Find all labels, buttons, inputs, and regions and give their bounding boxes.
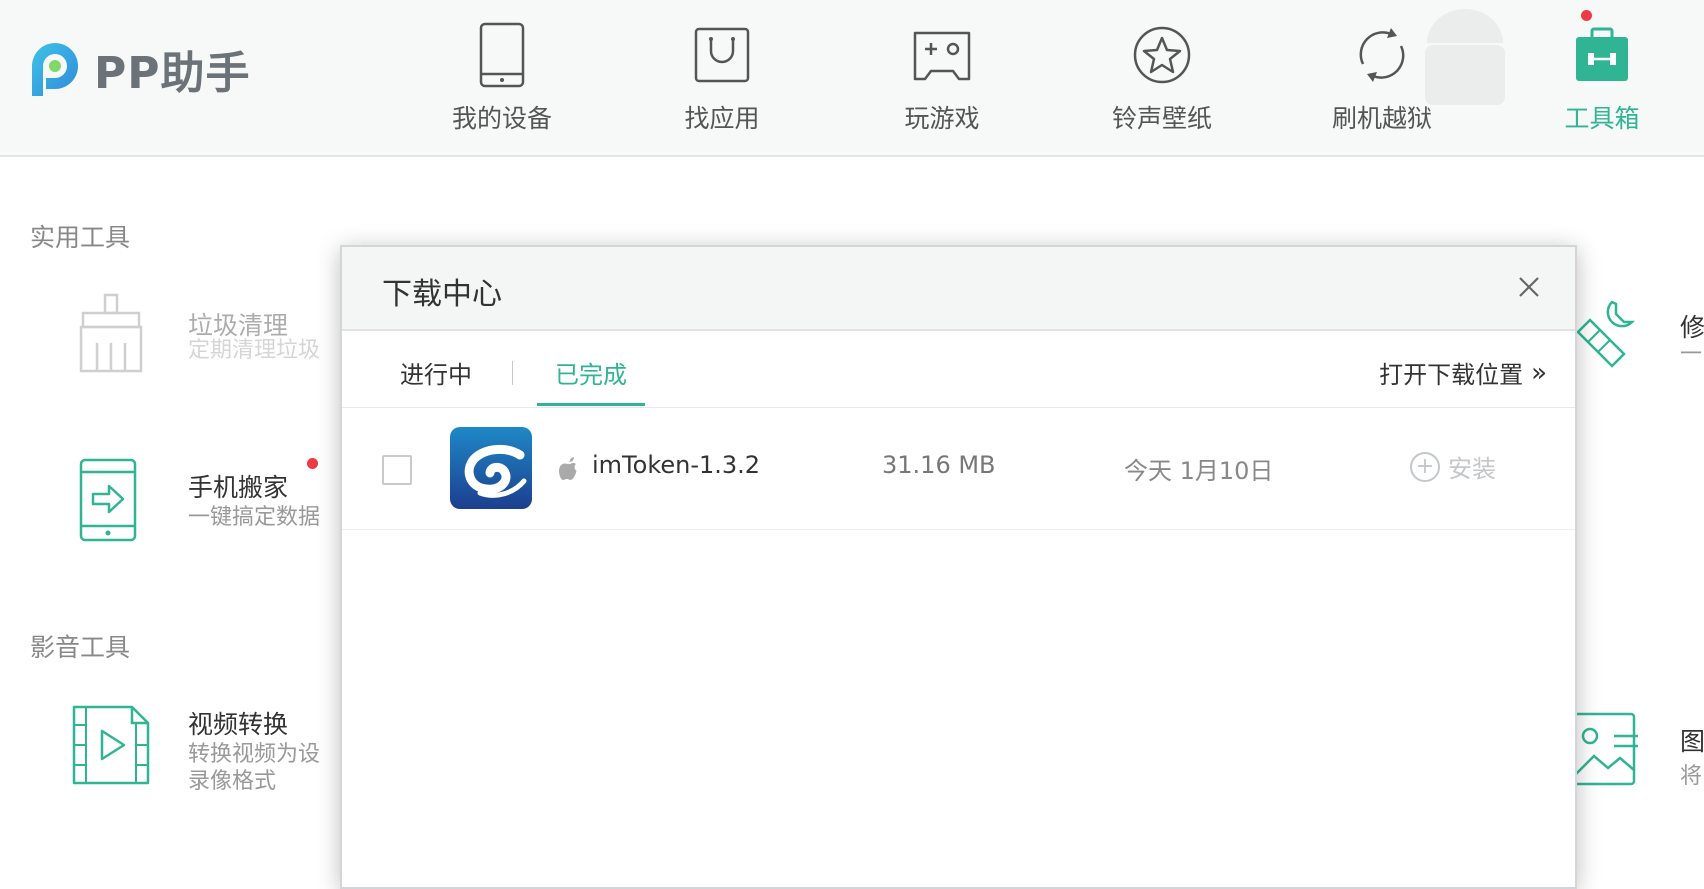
nav-flash-jailbreak[interactable]: 刷机越狱 (1292, 20, 1472, 135)
tool-desc: 转换视频为设 (188, 742, 321, 767)
tool-desc-line2: 录像格式 (188, 769, 277, 794)
tool-title: 视频转换 (188, 710, 289, 739)
item-checkbox[interactable] (382, 455, 412, 485)
nav-my-device[interactable]: 我的设备 (412, 20, 592, 135)
active-tab-indicator (537, 403, 645, 406)
tool-desc: 定期清理垃圾 (188, 338, 321, 363)
nav-ringtones-wallpapers[interactable]: 铃声壁纸 (1072, 20, 1252, 135)
toolbox-notification-badge (1581, 10, 1592, 21)
shopping-bag-icon (694, 27, 750, 82)
section-title-media: 影音工具 (30, 633, 131, 662)
install-label: 安装 (1448, 455, 1496, 483)
tab-separator (512, 361, 513, 385)
tool-desc: 一键搞定数据 (188, 505, 321, 530)
dialog-header: 下载中心 (342, 247, 1575, 331)
logo-text: PP助手 (94, 48, 251, 99)
double-chevron-right-icon: » (1531, 357, 1547, 388)
plus-circle-icon: + (1410, 451, 1440, 482)
tool-junk-clean[interactable]: 垃圾清理 定期清理垃圾 (75, 293, 375, 373)
top-navigation-bar: PP助手 我的设备 找应用 玩游戏 铃声壁纸 刷机越狱 工具箱 (0, 0, 1704, 157)
nav-label: 我的设备 (451, 104, 552, 133)
image-convert-icon (1572, 712, 1638, 786)
right-tool-desc: 将 (1680, 764, 1703, 789)
nav-label: 找应用 (684, 104, 760, 133)
refresh-icon (1359, 27, 1405, 82)
broom-icon (79, 293, 143, 373)
open-download-location-link[interactable]: 打开下载位置 » (1379, 355, 1547, 390)
nav-label: 玩游戏 (904, 104, 980, 133)
gamepad-icon (913, 31, 971, 80)
phone-icon (479, 22, 525, 87)
tab-completed[interactable]: 已完成 (555, 355, 627, 390)
tool-video-convert[interactable]: 视频转换 转换视频为设 录像格式 (72, 705, 372, 795)
right-tool-title[interactable]: 图 (1680, 722, 1704, 758)
app-logo: PP助手 (24, 36, 251, 102)
star-icon (1133, 26, 1191, 83)
dialog-title: 下载中心 (382, 277, 502, 312)
app-name: imToken-1.3.2 (592, 451, 761, 479)
toolbox-icon (1576, 27, 1628, 81)
nav-play-games[interactable]: 玩游戏 (852, 20, 1032, 135)
section-title-utility: 实用工具 (30, 223, 131, 252)
pp-logo-icon (32, 43, 78, 96)
download-list-item: imToken-1.3.2 31.16 MB 今天 1月10日 + 安装 (342, 409, 1575, 530)
nav-find-apps[interactable]: 找应用 (632, 20, 812, 135)
nav-toolbox[interactable]: 工具箱 (1512, 20, 1692, 135)
tool-phone-move[interactable]: 手机搬家 一键搞定数据 (75, 458, 375, 548)
nav-label: 刷机越狱 (1331, 104, 1432, 133)
tool-title: 手机搬家 (188, 473, 289, 502)
tab-in-progress[interactable]: 进行中 (400, 355, 472, 390)
nav-label: 工具箱 (1564, 104, 1640, 133)
nav-label: 铃声壁纸 (1111, 104, 1212, 133)
apple-icon (559, 457, 577, 480)
phone-move-notification-badge (307, 458, 318, 469)
install-button[interactable]: + 安装 (1410, 449, 1496, 484)
download-tabs: 进行中 已完成 打开下载位置 » (342, 331, 1575, 408)
download-date: 今天 1月10日 (1124, 457, 1274, 485)
download-center-dialog: 下载中心 进行中 已完成 打开下载位置 » imToken-1.3.2 31.1… (340, 245, 1577, 889)
open-download-location-label: 打开下载位置 (1379, 361, 1524, 389)
video-file-icon (72, 705, 150, 785)
imtoken-app-icon (450, 427, 532, 509)
phone-transfer-icon (79, 458, 137, 542)
right-tool-desc: 一 (1680, 342, 1703, 367)
repair-tools-icon (1576, 300, 1636, 368)
app-size: 31.16 MB (882, 451, 996, 479)
close-icon[interactable] (1511, 269, 1547, 305)
